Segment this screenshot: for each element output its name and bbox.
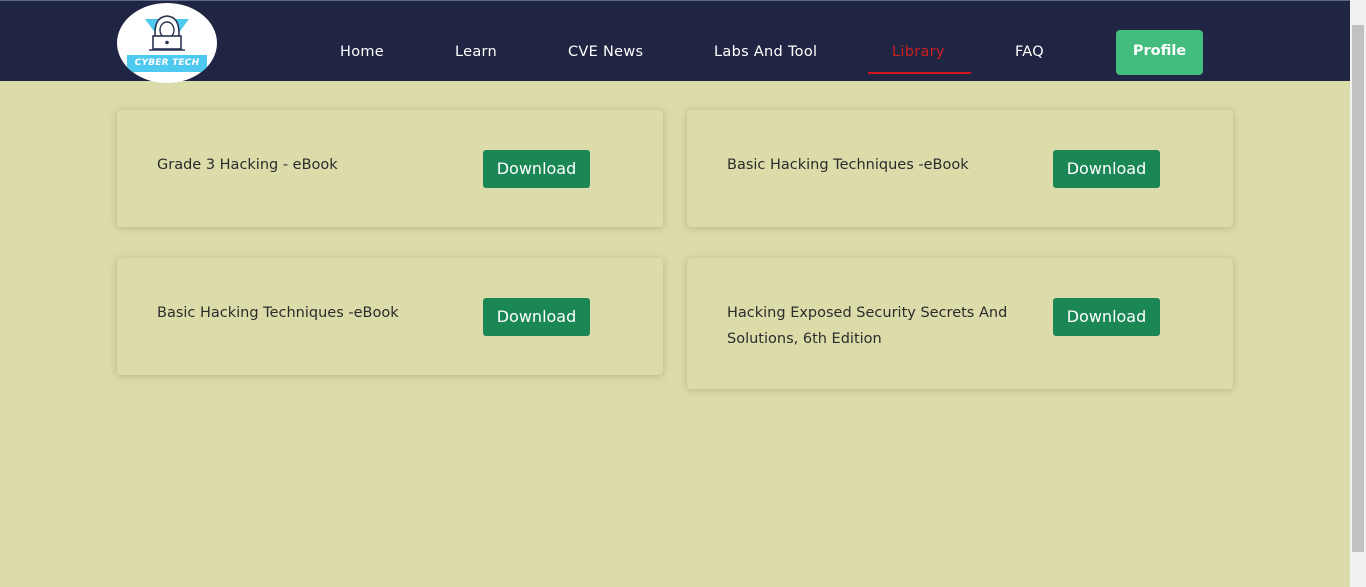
nav-link-labs-and-tool[interactable]: Labs And Tool [714, 44, 817, 60]
book-card: Basic Hacking Techniques -eBook Download [687, 110, 1233, 227]
book-title: Grade 3 Hacking - eBook [157, 157, 338, 173]
nav-link-learn[interactable]: Learn [455, 44, 497, 60]
book-title: Basic Hacking Techniques -eBook [157, 305, 399, 321]
profile-button[interactable]: Profile [1116, 30, 1203, 75]
book-title: Basic Hacking Techniques -eBook [727, 157, 969, 173]
scrollbar-thumb[interactable] [1352, 25, 1364, 552]
nav-link-faq[interactable]: FAQ [1015, 44, 1044, 60]
navbar: CYBER TECH Home Learn CVE News Labs And … [0, 0, 1350, 83]
book-title: Hacking Exposed Security Secrets And Sol… [727, 305, 1008, 347]
download-button[interactable]: Download [1053, 298, 1160, 336]
book-card: Basic Hacking Techniques -eBook Download [117, 258, 663, 375]
download-button[interactable]: Download [1053, 150, 1160, 188]
active-link-underline [868, 72, 971, 74]
download-button[interactable]: Download [483, 150, 590, 188]
book-card: Grade 3 Hacking - eBook Download [117, 110, 663, 227]
book-card: Hacking Exposed Security Secrets And Sol… [687, 258, 1233, 389]
cyber-tech-logo[interactable]: CYBER TECH [117, 3, 217, 83]
download-button[interactable]: Download [483, 298, 590, 336]
nav-link-home[interactable]: Home [340, 44, 384, 60]
logo-text: CYBER TECH [127, 55, 207, 72]
nav-link-cve-news[interactable]: CVE News [568, 44, 643, 60]
nav-link-library[interactable]: Library [892, 44, 945, 60]
